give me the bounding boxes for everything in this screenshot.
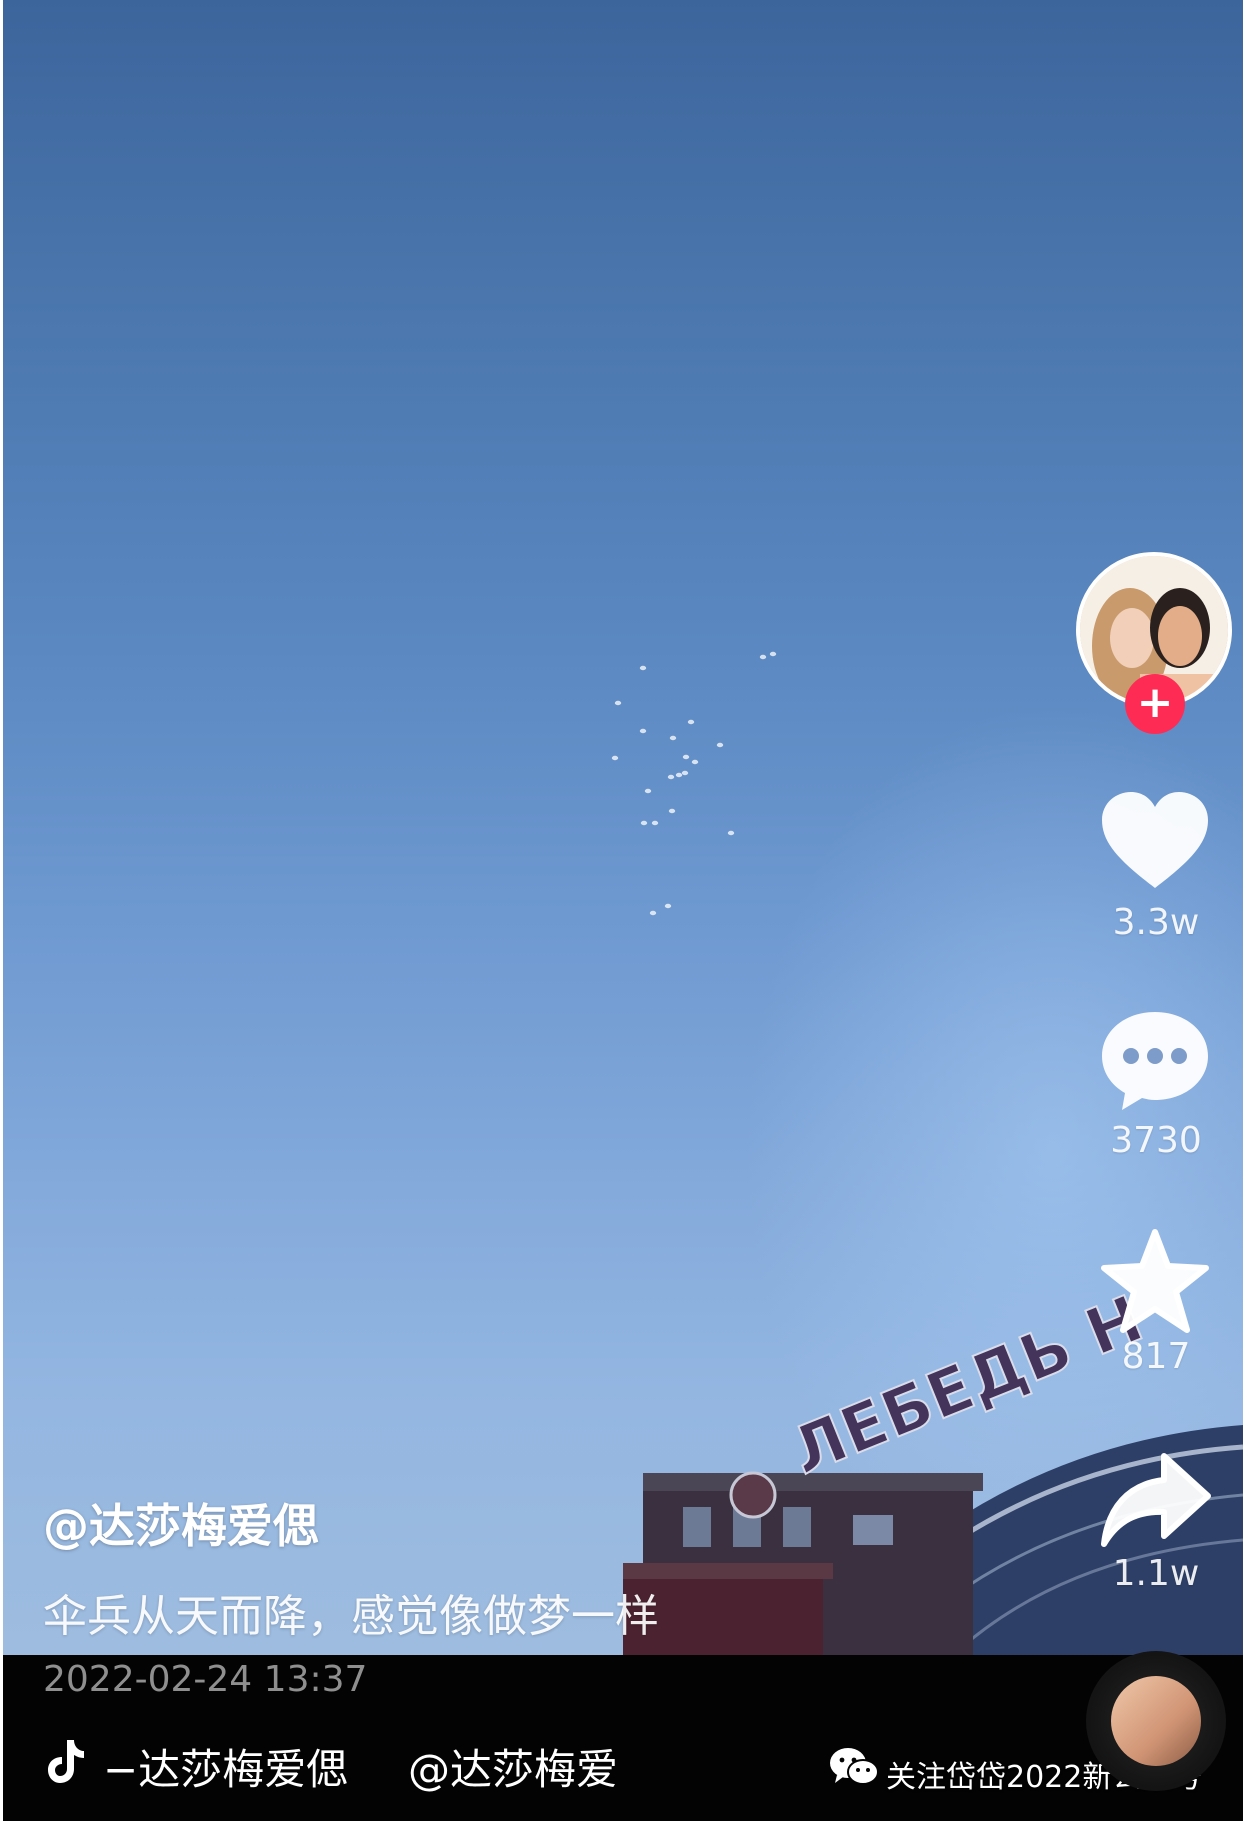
paratrooper-speck (644, 788, 652, 794)
video-frame[interactable]: ЛЕБЕДЬ Н + 3.3w 3730 817 1.1w @达莎梅爱偲 伞兵从… (3, 0, 1243, 1821)
like-count: 3.3w (1112, 902, 1200, 943)
share-arrow-icon (1101, 1453, 1211, 1547)
video-player[interactable]: ЛЕБЕДЬ Н (3, 0, 1243, 1655)
paratrooper-speck (691, 759, 699, 765)
comment-bubble-icon (1102, 1012, 1208, 1110)
watermark-username: −达莎梅爱偲 (103, 1745, 349, 1794)
comment-count: 3730 (1110, 1120, 1202, 1161)
paratrooper-speck (716, 742, 724, 748)
share-button[interactable] (1098, 1448, 1212, 1558)
tiktok-logo-icon (48, 1740, 84, 1783)
music-disc-avatar (1111, 1676, 1201, 1766)
paratrooper-speck (687, 719, 695, 725)
paratrooper-speck (639, 728, 647, 734)
wechat-icon (830, 1748, 879, 1785)
author-handle[interactable]: @达莎梅爱偲 (43, 1490, 319, 1556)
paratrooper-speck (651, 820, 659, 826)
paratrooper-speck (682, 754, 690, 760)
paratrooper-speck (611, 755, 619, 761)
watermark-handle: @达莎梅爱 (408, 1745, 619, 1794)
video-caption: 伞兵从天而降，感觉像做梦一样 (43, 1591, 659, 1642)
music-disc[interactable] (1086, 1651, 1226, 1791)
paratrooper-speck (668, 808, 676, 814)
paratrooper-speck (667, 774, 675, 780)
paratrooper-speck (640, 820, 648, 826)
paratrooper-speck (759, 654, 767, 660)
paratrooper-speck (727, 830, 735, 836)
paratrooper-speck (681, 770, 689, 776)
share-count: 1.1w (1112, 1553, 1200, 1594)
comment-button[interactable] (1098, 1006, 1212, 1116)
paratrooper-speck (639, 665, 647, 671)
favorite-button[interactable] (1098, 1226, 1212, 1336)
paratrooper-speck (664, 903, 672, 909)
paratrooper-speck (669, 735, 677, 741)
paratrooper-speck (675, 772, 683, 778)
post-timestamp: 2022-02-24 13:37 (43, 1659, 368, 1700)
paratrooper-speck (614, 700, 622, 706)
favorite-count: 817 (1121, 1336, 1191, 1377)
paratrooper-speck (769, 651, 777, 657)
heart-icon (1102, 792, 1208, 888)
paratrooper-speck (649, 910, 657, 916)
like-button[interactable] (1098, 788, 1212, 898)
star-icon (1101, 1229, 1209, 1333)
follow-button[interactable]: + (1125, 674, 1185, 734)
